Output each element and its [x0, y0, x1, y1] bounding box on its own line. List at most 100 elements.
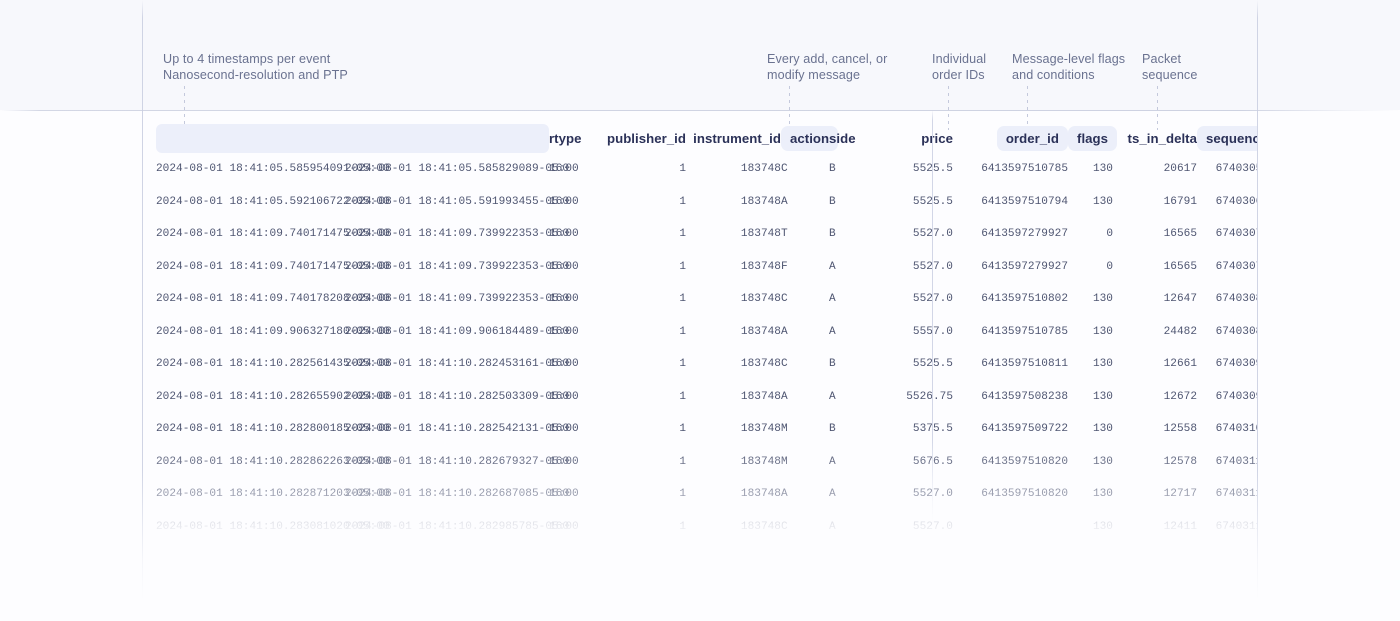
cell-instrument_id: 183748: [740, 195, 781, 208]
table-row[interactable]: 2024-08-01 18:41:05.592106722-05:00 2024-…: [142, 186, 1257, 219]
cell-order_id: 6413597510794: [981, 195, 1068, 208]
cell-action: T: [781, 228, 788, 241]
table-row[interactable]: 2024-08-01 18:41:09.740171475-05:00 2024-…: [142, 218, 1257, 251]
cell-ts_in_delta: 24482: [1163, 325, 1197, 338]
cell-ts_recv: 2024-08-01 18:41:10.282655902-05:00: [156, 390, 390, 403]
table-row[interactable]: 2024-08-01 18:41:05.585954091-05:00 2024-…: [142, 153, 1257, 186]
cell-publisher_id: 1: [679, 163, 686, 176]
cell-ts_event: 2024-08-01 18:41:10.282542131-05:00: [345, 423, 579, 436]
cell-ts_recv: 2024-08-01 18:41:09.740171475-05:00: [156, 260, 390, 273]
cell-flags: 130: [1092, 325, 1113, 338]
cell-price: 5527.0: [875, 511, 953, 544]
table-row[interactable]: 2024-08-01 18:41:10.282871203-05:00 2024-…: [142, 478, 1257, 511]
column-header-price[interactable]: price: [875, 124, 953, 153]
cell-side: B: [829, 358, 836, 371]
cell-side: A: [829, 488, 836, 501]
table-row[interactable]: 2024-08-01 18:41:10.282862263-05:00 2024-…: [142, 446, 1257, 479]
table-body: 2024-08-01 18:41:05.585954091-05:00 2024-…: [142, 153, 1257, 543]
cell-price: 5375.5: [875, 413, 953, 446]
column-header-label: instrument_id: [693, 131, 781, 146]
cell-order_id: 6413597510820: [981, 455, 1068, 468]
table-row[interactable]: 2024-08-01 18:41:09.740178208-05:00 2024-…: [142, 283, 1257, 316]
cell-sequence: 67403058: [1215, 163, 1257, 176]
cell-sequence: 67403107: [1215, 423, 1257, 436]
column-header-order_id[interactable]: order_id: [953, 124, 1068, 153]
cell-action: A: [781, 488, 788, 501]
cell-action: M: [781, 423, 788, 436]
cell-price: 5527.0: [875, 283, 953, 316]
cell-flags: 130: [1092, 520, 1113, 533]
table-row[interactable]: 2024-08-01 18:41:10.282800185-05:00 2024-…: [142, 413, 1257, 446]
cell-price: 5557.0: [875, 316, 953, 349]
column-header-sequence[interactable]: sequence: [1197, 124, 1257, 153]
cell-instrument_id: 183748: [740, 163, 781, 176]
cell-price: 5676.5: [875, 446, 953, 479]
cell-ts_event: 2024-08-01 18:41:10.282453161-05:00: [345, 358, 579, 371]
cell-side: B: [829, 423, 836, 436]
cell-ts_recv: 2024-08-01 18:41:05.585954091-05:00: [156, 163, 390, 176]
table-row[interactable]: 2024-08-01 18:41:10.283081020-05:00 2024-…: [142, 511, 1257, 544]
cell-ts_event: 2024-08-01 18:41:10.282985785-05:00: [345, 520, 579, 533]
cell-sequence: 67403117: [1215, 520, 1257, 533]
cell-ts_in_delta: 12672: [1163, 390, 1197, 403]
cell-publisher_id: 1: [679, 488, 686, 501]
cell-order_id: 6413597510785: [981, 163, 1068, 176]
cell-order_id: 6413597510811: [981, 358, 1068, 371]
cell-publisher_id: 1: [679, 260, 686, 273]
cell-instrument_id: 183748: [740, 520, 781, 533]
cell-ts_recv: 2024-08-01 18:41:10.282862263-05:00: [156, 455, 390, 468]
table-row[interactable]: 2024-08-01 18:41:10.282655902-05:00 2024-…: [142, 381, 1257, 414]
cell-order_id: 6413597510820: [981, 488, 1068, 501]
cell-flags: 0: [1106, 260, 1113, 273]
cell-instrument_id: 183748: [740, 423, 781, 436]
table-row[interactable]: 2024-08-01 18:41:09.740171475-05:00 2024-…: [142, 251, 1257, 284]
cell-publisher_id: 1: [679, 390, 686, 403]
cell-flags: 130: [1092, 423, 1113, 436]
cell-ts_recv: 2024-08-01 18:41:10.282800185-05:00: [156, 423, 390, 436]
cell-ts_recv: 2024-08-01 18:41:10.282561435-05:00: [156, 358, 390, 371]
table-row[interactable]: 2024-08-01 18:41:09.906327180-05:00 2024-…: [142, 316, 1257, 349]
column-header-label: sequence: [1197, 126, 1257, 151]
cell-publisher_id: 1: [679, 423, 686, 436]
table-row[interactable]: 2024-08-01 18:41:10.282561435-05:00 2024-…: [142, 348, 1257, 381]
cell-side: B: [829, 195, 836, 208]
callout-action: Every add, cancel, or modify message: [767, 52, 888, 82]
cell-price: 5527.0: [875, 478, 953, 511]
cell-sequence: 67403080: [1215, 293, 1257, 306]
cell-sequence: 67403079: [1215, 228, 1257, 241]
cell-side: A: [829, 390, 836, 403]
cell-action: C: [781, 293, 788, 306]
column-header-action[interactable]: action: [781, 124, 839, 153]
cell-publisher_id: 1: [679, 520, 686, 533]
cell-ts_event: 2024-08-01 18:41:10.282687085-05:00: [345, 488, 579, 501]
column-header-instrument_id[interactable]: instrument_id: [686, 124, 781, 153]
cell-instrument_id: 183748: [740, 260, 781, 273]
cell-price: 5525.5: [875, 186, 953, 219]
column-header-label: price: [921, 131, 953, 146]
cell-flags: 130: [1092, 293, 1113, 306]
cell-side: A: [829, 455, 836, 468]
cell-ts_in_delta: 12411: [1163, 520, 1197, 533]
cell-order_id: 6413597279927: [981, 228, 1068, 241]
data-table-container[interactable]: ts_recv ts_event rtype publisher_id inst…: [142, 110, 1257, 621]
column-header-flags[interactable]: flags: [1068, 124, 1118, 153]
column-header-publisher_id[interactable]: publisher_id: [598, 124, 686, 153]
callout-flags: Message-level flags and conditions: [1012, 52, 1126, 82]
column-header-label: order_id: [996, 126, 1068, 151]
cell-sequence: 67403081: [1215, 325, 1257, 338]
cell-publisher_id: 1: [679, 195, 686, 208]
column-header-rtype[interactable]: rtype: [549, 124, 598, 153]
cell-ts_event: 2024-08-01 18:41:10.282503309-05:00: [345, 390, 579, 403]
column-header-label: side: [829, 131, 856, 146]
cell-publisher_id: 1: [679, 358, 686, 371]
cell-publisher_id: 1: [679, 325, 686, 338]
column-header-ts_in_delta[interactable]: ts_in_delta: [1113, 124, 1197, 153]
column-header-label: flags: [1068, 126, 1118, 151]
cell-price: 5527.0: [875, 218, 953, 251]
column-group-separator: [932, 110, 933, 540]
callout-timestamps: Up to 4 timestamps per event Nanosecond-…: [163, 52, 348, 82]
cell-ts_in_delta: 12578: [1163, 455, 1197, 468]
cell-sequence: 67403096: [1215, 390, 1257, 403]
cell-ts_event: 2024-08-01 18:41:05.591993455-05:00: [345, 195, 579, 208]
cell-sequence: 67403090: [1215, 358, 1257, 371]
